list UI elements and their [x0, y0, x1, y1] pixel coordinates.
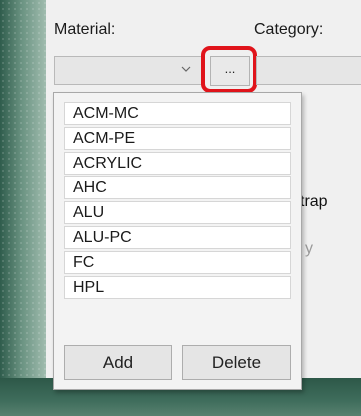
list-item[interactable]: ACM-PE: [64, 126, 291, 150]
highlight-box: [201, 46, 257, 93]
material-combo[interactable]: [54, 56, 204, 85]
material-label: Material:: [54, 21, 116, 38]
list-item[interactable]: FC: [64, 250, 291, 274]
background-left-strip: [0, 0, 50, 416]
category-label: Category:: [254, 21, 324, 38]
background-text: trap: [300, 193, 328, 210]
material-list: ACM-MC ACM-PE ACRYLIC AHC ALU ALU-PC FC …: [64, 102, 291, 300]
list-item[interactable]: ACM-MC: [64, 102, 291, 125]
add-button[interactable]: Add: [64, 345, 172, 380]
background-text-faint: y: [305, 240, 313, 257]
list-item[interactable]: ACRYLIC: [64, 151, 291, 175]
list-item[interactable]: AHC: [64, 176, 291, 200]
list-item[interactable]: ALU-PC: [64, 225, 291, 249]
delete-button[interactable]: Delete: [182, 345, 291, 380]
list-item[interactable]: HPL: [64, 275, 291, 299]
chevron-down-icon[interactable]: [181, 64, 191, 74]
category-field[interactable]: [256, 56, 361, 85]
list-item[interactable]: ALU: [64, 201, 291, 225]
material-dropdown-popup: ACM-MC ACM-PE ACRYLIC AHC ALU ALU-PC FC …: [53, 92, 302, 390]
